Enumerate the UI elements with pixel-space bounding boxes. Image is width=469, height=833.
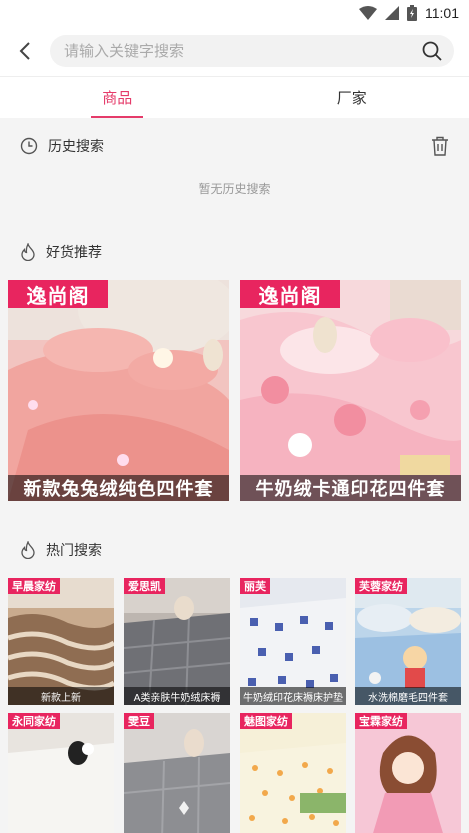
product-caption: 牛奶绒印花床褥床护垫	[240, 687, 346, 705]
trash-icon[interactable]	[431, 136, 449, 156]
clock-icon	[20, 137, 38, 155]
hot-card[interactable]: 早晨家纺 新款上新	[8, 578, 114, 705]
hot-card[interactable]: 芙蓉家纺 水洗棉磨毛四件套	[355, 578, 461, 705]
product-caption: 新款兔兔绒纯色四件套	[8, 475, 229, 501]
hot-card[interactable]: 丽芙 牛奶绒印花床褥床护垫	[240, 578, 346, 705]
product-image	[8, 578, 114, 705]
brand-tag: 逸尚阁	[8, 280, 108, 308]
product-image	[355, 713, 461, 833]
flame-icon	[21, 243, 35, 261]
product-caption: 牛奶绒卡通印花四件套	[240, 475, 461, 501]
battery-icon	[407, 5, 417, 21]
product-image	[355, 578, 461, 705]
product-image	[240, 578, 346, 705]
recommend-card[interactable]: 逸尚阁 新款兔兔绒纯色四件套	[8, 280, 229, 501]
hot-card[interactable]: 魅图家纺	[240, 713, 346, 833]
product-image	[8, 280, 229, 501]
history-empty-text: 暂无历史搜索	[198, 182, 271, 196]
product-image	[240, 280, 461, 501]
chevron-left-icon	[19, 42, 30, 60]
brand-tag: 魅图家纺	[240, 713, 292, 729]
tab-bar: 商品 厂家	[0, 76, 469, 118]
hot-title: 热门搜索	[46, 543, 102, 559]
recommend-card[interactable]: 逸尚阁 牛奶绒卡通印花四件套	[240, 280, 461, 501]
history-header: 历史搜索	[0, 131, 469, 161]
brand-tag: 芙蓉家纺	[355, 578, 407, 594]
hot-card[interactable]: 雯豆	[124, 713, 230, 833]
brand-tag: 雯豆	[124, 713, 154, 729]
hot-header: 热门搜索	[0, 535, 469, 565]
status-bar: 11:01	[0, 0, 469, 26]
search-field[interactable]	[50, 35, 454, 67]
flame-icon	[21, 541, 35, 559]
brand-tag: 丽芙	[240, 578, 270, 594]
product-caption: 新款上新	[8, 687, 114, 705]
product-image	[124, 713, 230, 833]
search-header	[0, 26, 469, 76]
product-caption: A类亲肤牛奶绒床褥	[124, 687, 230, 705]
tab-manufacturers[interactable]: 厂家	[235, 77, 469, 118]
search-icon[interactable]	[422, 41, 442, 61]
brand-tag: 永同家纺	[8, 713, 60, 729]
brand-tag: 宝霖家纺	[355, 713, 407, 729]
brand-tag: 早晨家纺	[8, 578, 60, 594]
brand-tag: 逸尚阁	[240, 280, 340, 308]
signal-icon	[385, 6, 399, 20]
wifi-icon	[359, 6, 377, 20]
product-image	[124, 578, 230, 705]
hot-card[interactable]: 永同家纺	[8, 713, 114, 833]
status-time: 11:01	[425, 5, 459, 21]
recommend-header: 好货推荐	[0, 237, 469, 267]
search-input[interactable]	[64, 42, 404, 60]
brand-tag: 爱思凯	[124, 578, 165, 594]
recommend-title: 好货推荐	[46, 245, 102, 261]
hot-card[interactable]: 爱思凯 A类亲肤牛奶绒床褥	[124, 578, 230, 705]
product-image	[8, 713, 114, 833]
back-button[interactable]	[0, 26, 50, 76]
history-title: 历史搜索	[48, 139, 104, 155]
tab-products[interactable]: 商品	[0, 77, 235, 118]
hot-card[interactable]: 宝霖家纺	[355, 713, 461, 833]
product-caption: 水洗棉磨毛四件套	[355, 687, 461, 705]
product-image	[240, 713, 346, 833]
